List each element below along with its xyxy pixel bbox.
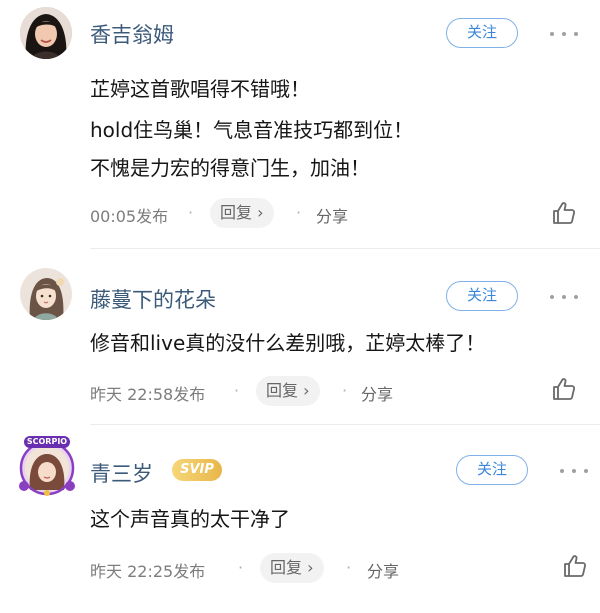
follow-button[interactable]: 关注	[446, 281, 518, 311]
separator-dot: ·	[234, 381, 240, 400]
avatar-photo-icon	[20, 7, 72, 59]
timestamp: 00:05发布	[90, 207, 169, 226]
username[interactable]: 香吉翁姆	[90, 19, 174, 49]
reply-button[interactable]: 回复 ›	[210, 198, 274, 228]
chevron-right-icon: ›	[257, 203, 264, 222]
more-options-icon[interactable]	[548, 293, 580, 301]
divider	[90, 248, 600, 249]
user-avatar[interactable]	[20, 268, 72, 320]
username[interactable]: 藤蔓下的花朵	[90, 284, 216, 314]
reply-label: 回复	[270, 558, 303, 577]
share-button[interactable]: 分享	[361, 381, 393, 405]
avatar-frame-label: SCORPIO	[26, 437, 68, 446]
comment-text-line: 不愧是力宏的得意门生，加油！	[90, 156, 370, 180]
separator-dot: ·	[188, 203, 194, 222]
like-button[interactable]	[551, 200, 577, 226]
like-button[interactable]	[551, 376, 577, 402]
reply-label: 回复	[220, 203, 253, 222]
chevron-right-icon: ›	[303, 381, 310, 400]
reply-label: 回复	[266, 381, 299, 400]
chevron-right-icon: ›	[307, 558, 314, 577]
comment-text-line: hold住鸟巢！气息音准技巧都到位！	[90, 118, 414, 142]
timestamp: 昨天 22:25发布	[90, 562, 206, 581]
share-button[interactable]: 分享	[316, 203, 348, 227]
separator-dot: ·	[346, 558, 352, 577]
avatar-illustration-icon	[20, 268, 72, 320]
thumbs-up-icon	[553, 378, 576, 400]
svip-badge: SVIP	[172, 459, 222, 481]
comment-text-line: 这个声音真的太干净了	[90, 507, 290, 531]
more-options-icon[interactable]	[558, 467, 590, 475]
reply-button[interactable]: 回复 ›	[256, 376, 320, 406]
divider	[90, 424, 600, 425]
comment-text-line: 修音和live真的没什么差别哦，芷婷太棒了！	[90, 331, 486, 355]
thumbs-up-icon	[564, 555, 587, 577]
user-avatar[interactable]: SCORPIO	[16, 434, 78, 496]
comment-item: 藤蔓下的花朵 关注 修音和live真的没什么差别哦，芷婷太棒了！ 昨天 22:5…	[0, 254, 600, 426]
comment-item: 香吉翁姆 关注 芷婷这首歌唱得不错哦！ hold住鸟巢！气息音准技巧都到位！ 不…	[0, 0, 600, 250]
comment-text-line: 芷婷这首歌唱得不错哦！	[90, 77, 310, 101]
comment-item: SCORPIO 青三岁 SVIP 关注 这个声音真的太干净了 昨天 22:25发…	[0, 426, 600, 613]
separator-dot: ·	[296, 203, 302, 222]
thumbs-up-icon	[553, 202, 576, 224]
follow-button[interactable]: 关注	[456, 455, 528, 485]
share-button[interactable]: 分享	[367, 558, 399, 582]
like-button[interactable]	[562, 553, 588, 579]
more-options-icon[interactable]	[548, 30, 580, 38]
follow-button[interactable]: 关注	[446, 18, 518, 48]
username[interactable]: 青三岁	[90, 458, 153, 488]
user-avatar[interactable]	[20, 7, 72, 59]
timestamp: 昨天 22:58发布	[90, 385, 206, 404]
separator-dot: ·	[342, 381, 348, 400]
separator-dot: ·	[238, 558, 244, 577]
reply-button[interactable]: 回复 ›	[260, 553, 324, 583]
